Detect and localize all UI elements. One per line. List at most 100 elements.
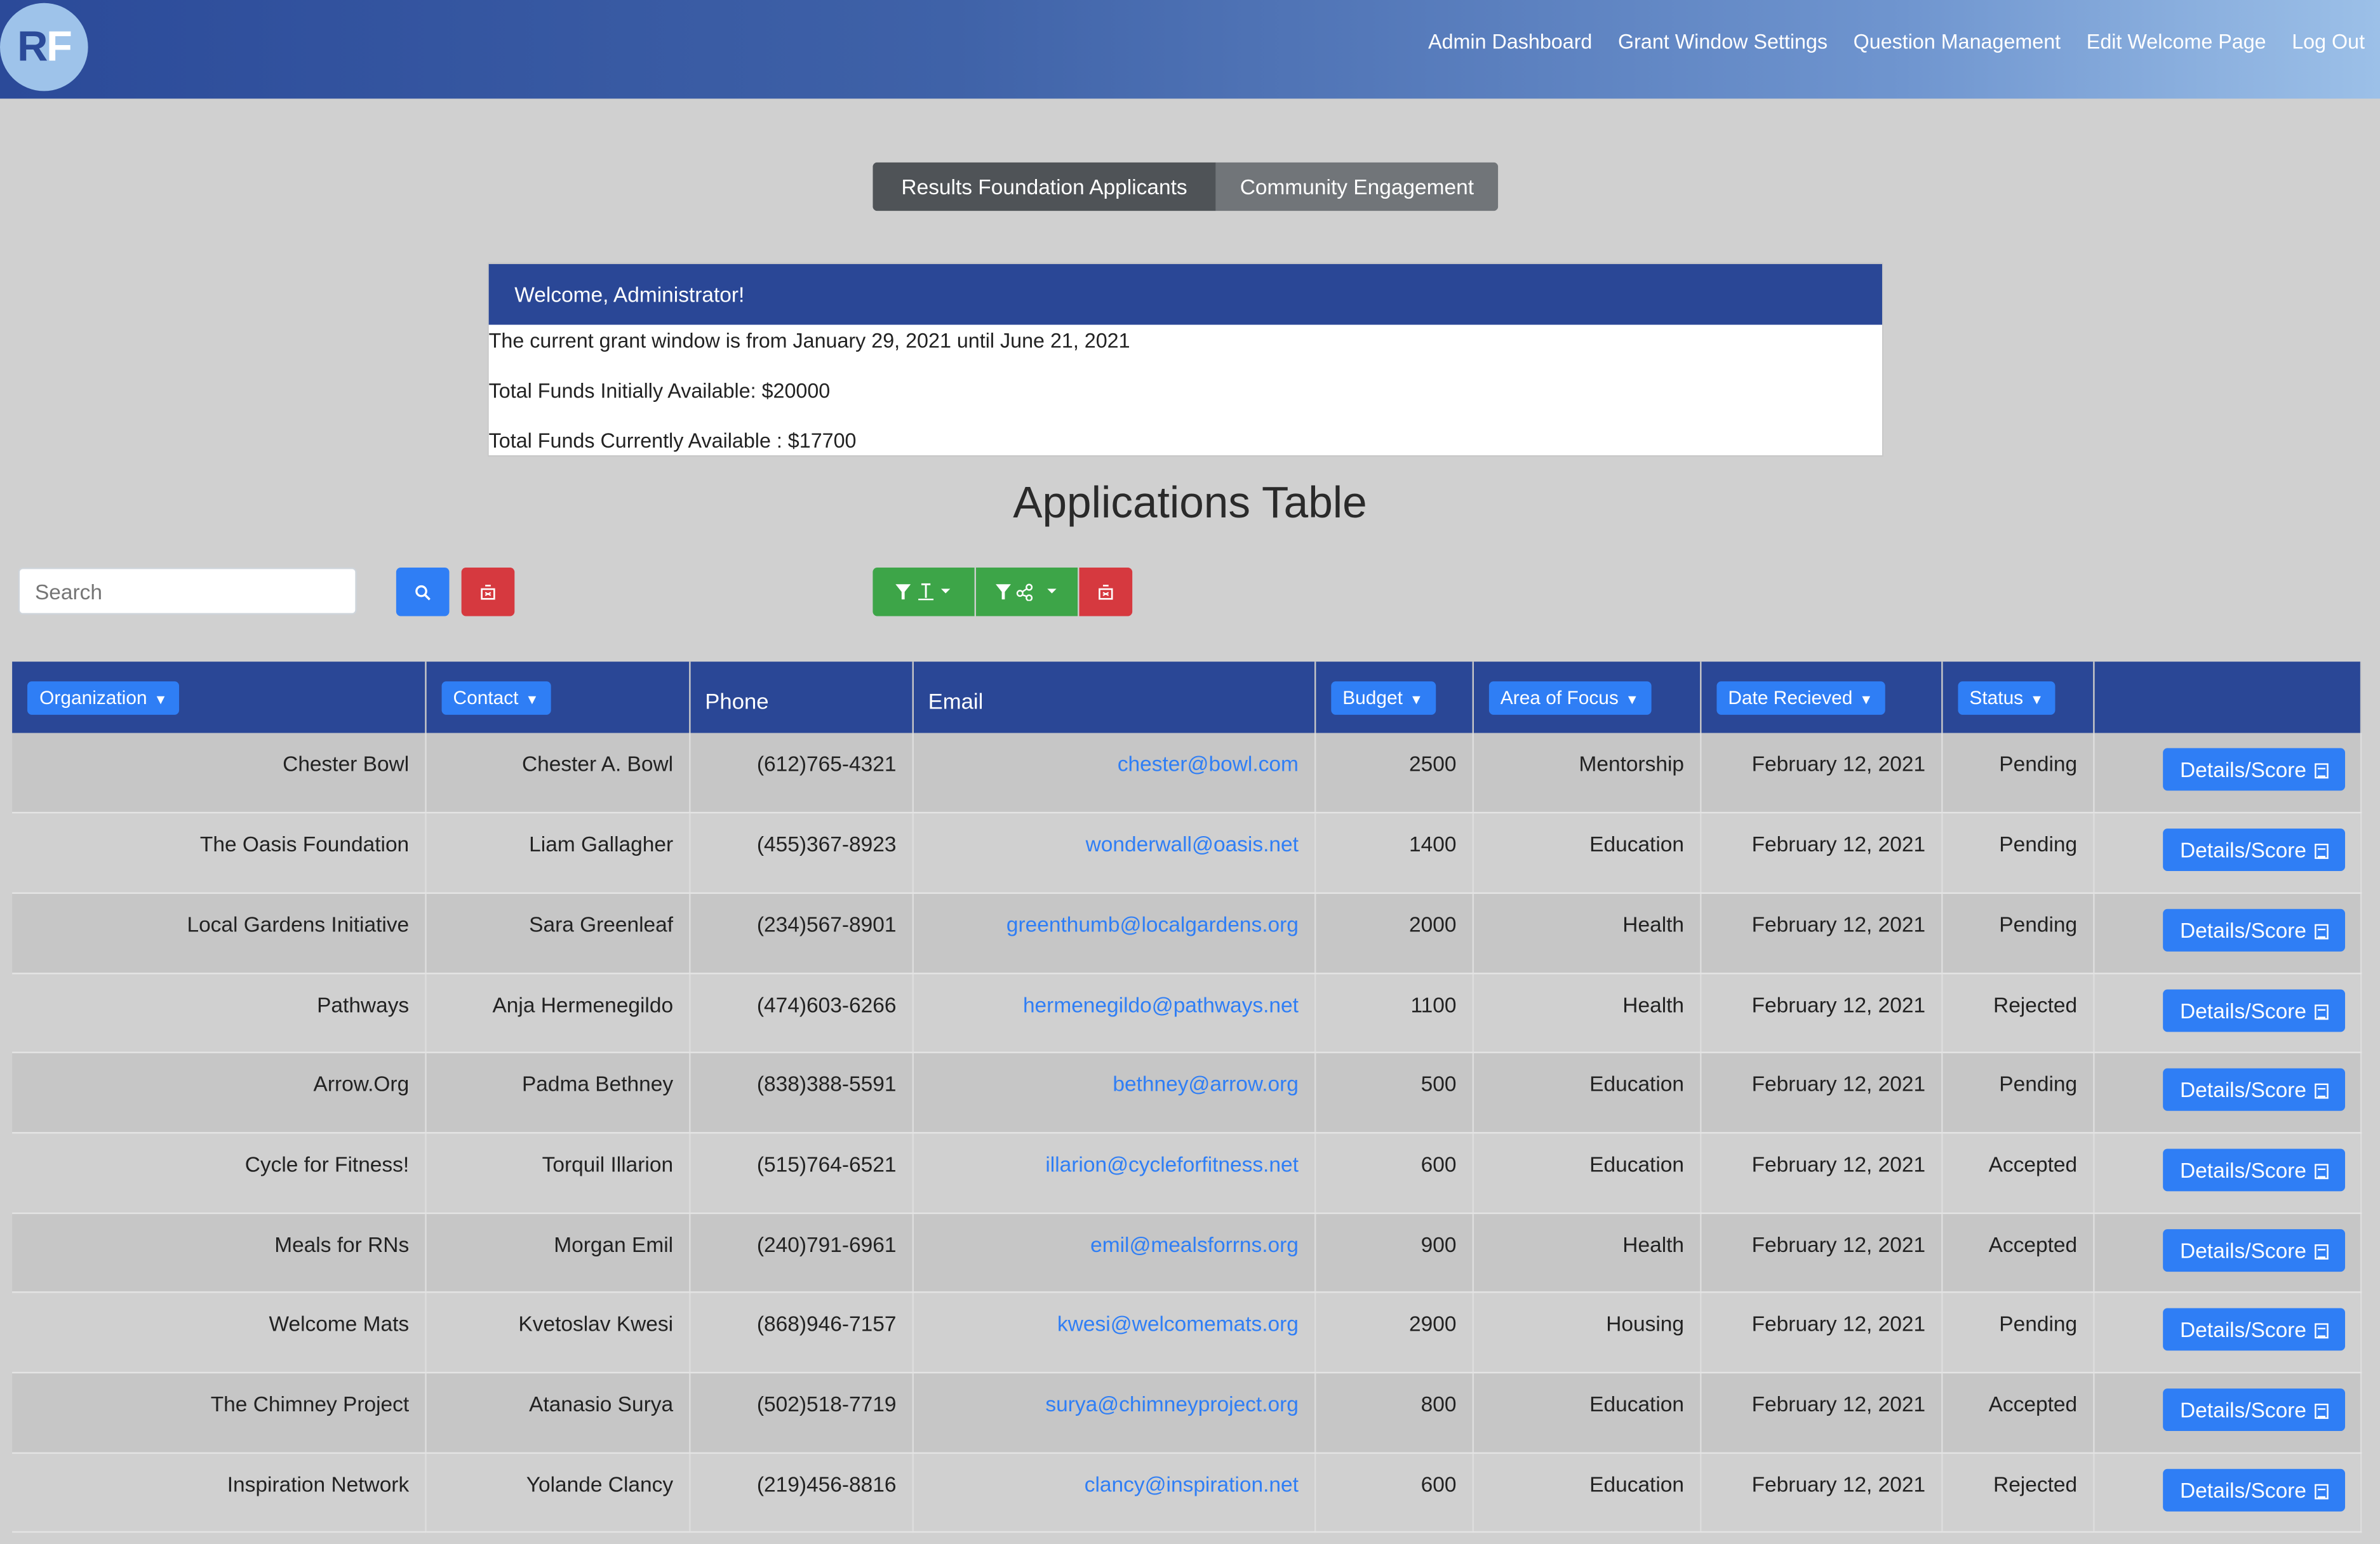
logo-letter-r: R	[17, 22, 48, 70]
cell-actions: Details/Score	[2093, 973, 2362, 1054]
tab-community-engagement[interactable]: Community Engagement	[1215, 162, 1499, 211]
details-score-label: Details/Score	[2180, 1317, 2307, 1342]
tab-results-foundation[interactable]: Results Foundation Applicants	[872, 162, 1216, 211]
nav-admin-dashboard[interactable]: Admin Dashboard	[1428, 30, 1592, 53]
cell-budget: 600	[1314, 1133, 1473, 1214]
cell-area: Education	[1472, 1133, 1701, 1214]
details-score-button[interactable]: Details/Score	[2163, 1388, 2344, 1432]
header-contact: Contact ▼	[425, 662, 690, 733]
cell-email[interactable]: surya@chimneyproject.org	[912, 1373, 1316, 1454]
cell-phone: (612)765-4321	[689, 733, 913, 814]
filter-text-icon	[895, 583, 950, 601]
table-row: Cycle for Fitness! Torquil Illarion (515)7…	[12, 1133, 2362, 1214]
cell-date: February 12, 2021	[1700, 893, 1942, 974]
cell-organization: The Chimney Project	[12, 1373, 426, 1454]
cell-area: Health	[1472, 973, 1701, 1054]
nav-grant-window-settings[interactable]: Grant Window Settings	[1618, 30, 1828, 53]
sort-organization-button[interactable]: Organization ▼	[27, 681, 180, 714]
details-score-button[interactable]: Details/Score	[2163, 1068, 2344, 1112]
initial-funds-text: Total Funds Initially Available: $20000	[488, 379, 831, 403]
cell-phone: (838)388-5591	[689, 1053, 913, 1134]
document-icon	[2314, 1244, 2328, 1260]
details-score-label: Details/Score	[2180, 1077, 2307, 1102]
cell-phone: (455)367-8923	[689, 813, 913, 894]
document-icon	[2314, 1324, 2328, 1339]
details-score-button[interactable]: Details/Score	[2163, 829, 2344, 872]
cell-date: February 12, 2021	[1700, 1053, 1942, 1134]
search-button[interactable]	[396, 567, 450, 616]
details-score-button[interactable]: Details/Score	[2163, 1308, 2344, 1352]
cell-budget: 800	[1314, 1373, 1473, 1454]
cell-budget: 1400	[1314, 813, 1473, 894]
cell-email[interactable]: emil@mealsforrns.org	[912, 1213, 1316, 1294]
cell-contact: Liam Gallagher	[425, 813, 690, 894]
cell-status: Pending	[1941, 1053, 2094, 1134]
cell-actions: Details/Score	[2093, 893, 2362, 974]
clear-filters-button[interactable]	[1079, 567, 1133, 616]
cell-date: February 12, 2021	[1700, 1452, 1942, 1534]
sort-date-button[interactable]: Date Recieved ▼	[1716, 681, 1885, 714]
cell-email[interactable]: clancy@inspiration.net	[912, 1452, 1316, 1534]
cell-area: Education	[1472, 1373, 1701, 1454]
sort-contact-button[interactable]: Contact ▼	[441, 681, 551, 714]
cell-status: Rejected	[1941, 1452, 2094, 1534]
details-score-button[interactable]: Details/Score	[2163, 748, 2344, 791]
document-icon	[2314, 763, 2328, 779]
cell-email[interactable]: illarion@cycleforfitness.net	[912, 1133, 1316, 1214]
cell-email[interactable]: chester@bowl.com	[912, 733, 1316, 814]
cell-email[interactable]: hermenegildo@pathways.net	[912, 973, 1316, 1054]
nav-edit-welcome-page[interactable]: Edit Welcome Page	[2087, 30, 2266, 53]
cell-phone: (868)946-7157	[689, 1293, 913, 1374]
cell-status: Accepted	[1941, 1373, 2094, 1454]
cell-email[interactable]: greenthumb@localgardens.org	[912, 893, 1316, 974]
details-score-button[interactable]: Details/Score	[2163, 1148, 2344, 1192]
rf-logo[interactable]: RF	[0, 3, 88, 91]
cell-phone: (515)764-6521	[689, 1133, 913, 1214]
cell-area: Education	[1472, 813, 1701, 894]
cell-area: Housing	[1472, 1293, 1701, 1374]
details-score-button[interactable]: Details/Score	[2163, 908, 2344, 952]
table-row: Arrow.Org Padma Bethney (838)388-5591 bethn…	[12, 1053, 2362, 1134]
header-label: Contact	[453, 686, 519, 709]
search-input[interactable]	[18, 567, 357, 615]
table-row: The Chimney Project Atanasio Surya (502)51…	[12, 1373, 2362, 1454]
cell-email[interactable]: bethney@arrow.org	[912, 1053, 1316, 1134]
cell-contact: Yolande Clancy	[425, 1452, 690, 1534]
nav-log-out[interactable]: Log Out	[2292, 30, 2365, 53]
cell-status: Pending	[1941, 1293, 2094, 1374]
cell-email[interactable]: kwesi@welcomemats.org	[912, 1293, 1316, 1374]
caret-icon: ▼	[2026, 691, 2044, 707]
header-email: Email	[912, 662, 1316, 733]
filter-share-dropdown[interactable]	[975, 567, 1078, 616]
cell-area: Health	[1472, 893, 1701, 974]
header-label: Email	[928, 689, 984, 714]
cell-email[interactable]: wonderwall@oasis.net	[912, 813, 1316, 894]
cell-status: Rejected	[1941, 973, 2094, 1054]
filter-text-dropdown[interactable]	[872, 567, 975, 616]
caret-icon: ▼	[1621, 691, 1639, 707]
cell-status: Accepted	[1941, 1213, 2094, 1294]
details-score-label: Details/Score	[2180, 1477, 2307, 1502]
header-label: Area of Focus	[1500, 686, 1619, 709]
nav-question-management[interactable]: Question Management	[1854, 30, 2061, 53]
sort-status-button[interactable]: Status ▼	[1957, 681, 2056, 714]
cell-budget: 600	[1314, 1452, 1473, 1534]
caret-icon: ▼	[1855, 691, 1873, 707]
sort-area-button[interactable]: Area of Focus ▼	[1488, 681, 1652, 714]
details-score-button[interactable]: Details/Score	[2163, 1228, 2344, 1272]
cell-actions: Details/Score	[2093, 733, 2362, 814]
filter-share-icon	[994, 583, 1056, 601]
applications-table: Organization ▼ Contact ▼ Phone Email Bud…	[12, 662, 2362, 1534]
details-score-button[interactable]: Details/Score	[2163, 988, 2344, 1032]
clear-search-button[interactable]	[461, 567, 515, 616]
logo-letter-f: F	[46, 22, 72, 70]
cell-contact: Padma Bethney	[425, 1053, 690, 1134]
table-row: Meals for RNs Morgan Emil (240)791-6961 emi…	[12, 1213, 2362, 1294]
cell-phone: (240)791-6961	[689, 1213, 913, 1294]
header-label: Date Recieved	[1728, 686, 1853, 709]
cell-area: Education	[1472, 1452, 1701, 1534]
header-label: Phone	[705, 689, 769, 714]
details-score-button[interactable]: Details/Score	[2163, 1468, 2344, 1511]
sort-budget-button[interactable]: Budget ▼	[1330, 681, 1436, 714]
cell-contact: Sara Greenleaf	[425, 893, 690, 974]
